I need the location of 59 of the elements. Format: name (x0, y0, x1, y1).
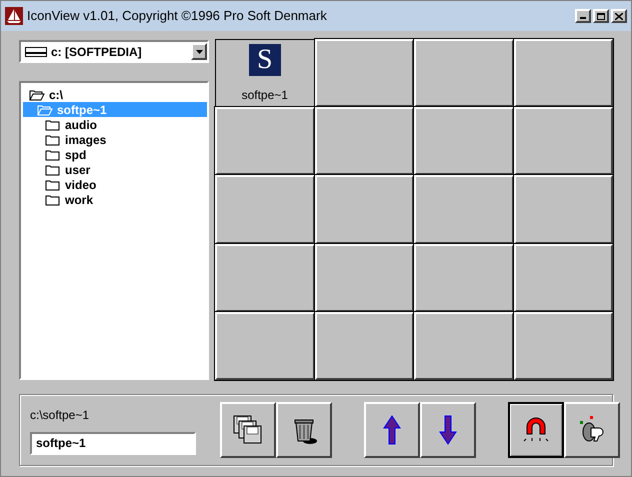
open-folder-icon (29, 88, 45, 100)
icon-slot[interactable] (414, 244, 514, 312)
folder-tree-item[interactable]: work (23, 192, 207, 207)
minimize-button[interactable] (575, 9, 591, 23)
folder-icon (45, 194, 61, 206)
folder-icon (45, 148, 61, 160)
close-button[interactable] (611, 9, 627, 23)
magnet-button[interactable] (508, 402, 564, 458)
up-arrow-icon (382, 414, 402, 446)
icon-label: softpe~1 (242, 87, 288, 104)
down-arrow-icon (438, 414, 458, 446)
folder-tree-item[interactable]: spd (23, 147, 207, 162)
window-title: IconView v1.01, Copyright ©1996 Pro Soft Denmark (27, 7, 328, 26)
icon-slot[interactable] (514, 107, 613, 176)
name-field[interactable]: softpe~1 (30, 432, 196, 454)
folder-icon (45, 118, 61, 130)
down-button[interactable] (420, 402, 476, 458)
icon-slot[interactable] (514, 244, 613, 312)
icon-slot[interactable] (314, 175, 414, 244)
icon-slot[interactable] (414, 312, 514, 380)
icon-slot[interactable] (514, 312, 613, 380)
floppy-disks-icon (232, 414, 264, 446)
folder-icon (45, 164, 61, 176)
folder-icon (45, 178, 61, 190)
current-path: c:\softpe~1 (30, 406, 90, 424)
folder-tree-item[interactable]: c:\ (23, 87, 207, 102)
icon-slot[interactable] (215, 107, 314, 176)
key-button[interactable] (564, 402, 620, 458)
dropdown-button[interactable] (191, 43, 207, 60)
icon-slot[interactable] (314, 244, 414, 312)
icon-slot[interactable] (314, 107, 414, 176)
open-folder-icon (37, 104, 53, 116)
drive-select[interactable]: c: [SOFTPEDIA] (19, 40, 209, 63)
folder-tree-item[interactable]: audio (23, 117, 207, 132)
icon-slot[interactable] (414, 107, 514, 176)
icon-slot[interactable] (215, 175, 314, 244)
up-button[interactable] (364, 402, 420, 458)
folder-tree-item[interactable]: images (23, 132, 207, 147)
icon-slot[interactable] (414, 175, 514, 244)
drive-name: c: [SOFTPEDIA] (51, 44, 143, 60)
icon-slot[interactable] (215, 244, 314, 312)
folder-icon (45, 134, 61, 146)
delete-button[interactable] (276, 402, 332, 458)
folder-tree-item[interactable]: user (23, 162, 207, 177)
maximize-button[interactable] (593, 9, 609, 23)
icon-slot[interactable] (514, 39, 613, 108)
close-icon (615, 12, 623, 20)
sailboat-icon (5, 7, 23, 25)
folder-logo-icon: S (248, 44, 281, 76)
folder-tree-item[interactable]: video (23, 177, 207, 192)
drive-icon (25, 46, 47, 56)
icon-slot[interactable] (414, 39, 514, 108)
icon-slot[interactable] (514, 175, 613, 244)
icon-slot[interactable] (314, 312, 414, 380)
caret-icon (196, 50, 202, 54)
icon-slot[interactable]: S softpe~1 (215, 39, 314, 108)
icon-slot[interactable] (215, 312, 314, 380)
copy-button[interactable] (220, 402, 276, 458)
icon-slot[interactable] (314, 39, 414, 108)
